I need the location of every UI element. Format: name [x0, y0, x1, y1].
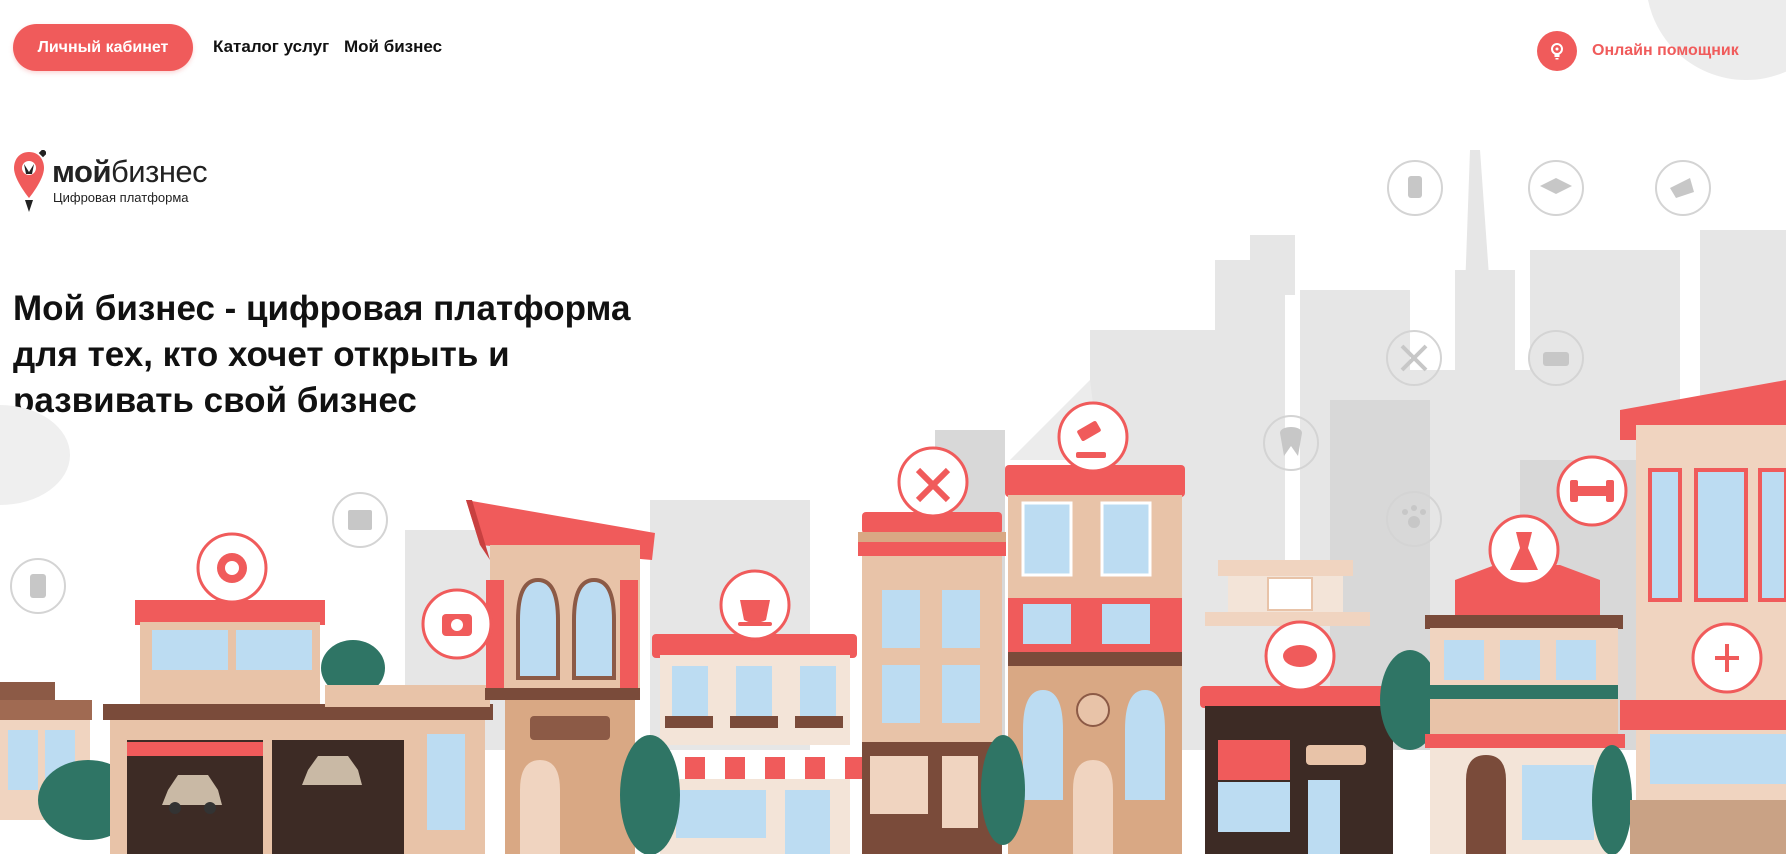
personal-account-button[interactable]: Личный кабинет	[13, 24, 193, 71]
lightbulb-icon	[1537, 30, 1577, 71]
online-assistant-label: Онлайн помощник	[1592, 41, 1739, 59]
nav-my-business[interactable]: Мой бизнес	[344, 37, 442, 57]
tire-icon	[217, 553, 247, 583]
bread-icon	[1283, 645, 1317, 667]
cup-icon	[738, 600, 772, 626]
city-illustration	[0, 150, 1786, 854]
camera-icon	[442, 614, 472, 636]
online-assistant-link[interactable]: Онлайн помощник	[1537, 30, 1739, 71]
nav-services-catalog[interactable]: Каталог услуг	[213, 37, 329, 57]
